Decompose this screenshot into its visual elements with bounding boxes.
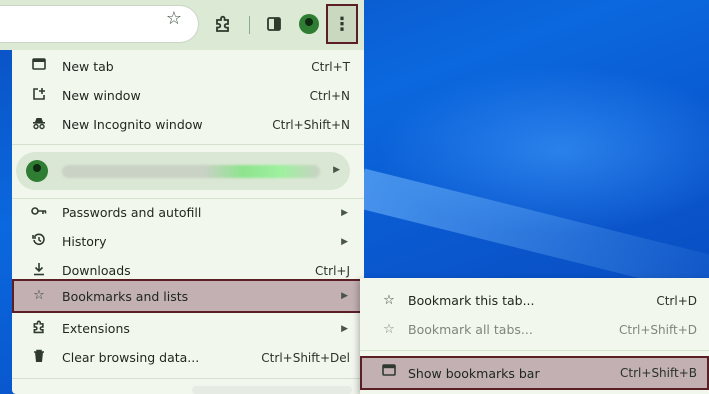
chevron-right-icon: ▶ xyxy=(333,165,340,175)
browser-toolbar: ☆ ⋮ xyxy=(0,0,364,50)
menu-item-new-incognito-window[interactable]: New Incognito window Ctrl+Shift+N xyxy=(12,110,364,139)
submenu-item-label: Show bookmarks bar xyxy=(408,365,540,381)
star-icon: ☆ xyxy=(33,288,45,303)
toolbar-divider xyxy=(249,16,250,34)
bookmarks-bar-icon xyxy=(380,364,398,382)
profile-avatar-icon[interactable] xyxy=(299,14,319,34)
submenu-item-label: Bookmark all tabs... xyxy=(408,322,533,337)
tab-icon xyxy=(30,57,48,76)
menu-item-label: Downloads xyxy=(62,263,131,278)
submenu-separator xyxy=(360,350,709,351)
menu-item-shortcut: Ctrl+Shift+Del xyxy=(261,350,350,365)
menu-item-label: Extensions xyxy=(62,321,130,336)
key-icon xyxy=(30,204,48,222)
submenu-item-label: Bookmark this tab... xyxy=(408,293,535,308)
puzzle-icon xyxy=(30,320,48,338)
menu-item-clear-browsing-data[interactable]: Clear browsing data... Ctrl+Shift+Del xyxy=(12,343,364,372)
profile-row[interactable]: ▶ xyxy=(16,152,350,190)
menu-item-label: Bookmarks and lists xyxy=(62,288,189,304)
trash-icon xyxy=(30,349,48,367)
menu-next-row-partial xyxy=(192,386,352,394)
menu-item-label: New Incognito window xyxy=(62,117,203,132)
menu-item-bookmarks-and-lists[interactable]: ☆ Bookmarks and lists ▶ xyxy=(12,279,364,313)
bookmarks-submenu: ☆ Bookmark this tab... Ctrl+D ☆ Bookmark… xyxy=(360,278,709,394)
menu-item-shortcut: Ctrl+J xyxy=(315,263,350,278)
profile-avatar-icon xyxy=(26,160,48,182)
submenu-item-shortcut: Ctrl+Shift+B xyxy=(620,366,697,380)
menu-item-shortcut: Ctrl+N xyxy=(309,88,350,103)
menu-item-label: New window xyxy=(62,88,141,103)
incognito-icon xyxy=(30,116,48,134)
profile-name-redacted xyxy=(62,165,320,178)
download-icon xyxy=(30,262,48,280)
chevron-right-icon: ▶ xyxy=(341,236,348,247)
star-icon: ☆ xyxy=(383,292,395,308)
chevron-right-icon: ▶ xyxy=(341,207,348,218)
new-window-icon xyxy=(30,87,48,105)
side-panel-icon[interactable] xyxy=(262,12,286,36)
submenu-item-shortcut: Ctrl+Shift+D xyxy=(619,322,697,337)
chevron-right-icon: ▶ xyxy=(341,323,348,334)
menu-separator xyxy=(12,378,364,379)
submenu-item-shortcut: Ctrl+D xyxy=(656,293,697,308)
menu-item-new-window[interactable]: New window Ctrl+N xyxy=(12,81,364,110)
history-icon xyxy=(30,232,48,251)
menu-item-label: New tab xyxy=(62,59,114,74)
menu-item-extensions[interactable]: Extensions ▶ xyxy=(12,314,364,343)
chrome-menu-button[interactable]: ⋮ xyxy=(326,4,358,44)
extensions-puzzle-icon[interactable] xyxy=(211,12,235,36)
submenu-item-bookmark-this-tab[interactable]: ☆ Bookmark this tab... Ctrl+D xyxy=(360,286,709,315)
menu-item-label: Clear browsing data... xyxy=(62,350,200,365)
chrome-main-menu: New tab Ctrl+T New window Ctrl+N New Inc… xyxy=(12,50,364,394)
menu-item-passwords-and-autofill[interactable]: Passwords and autofill ▶ xyxy=(12,198,364,227)
submenu-item-bookmark-all-tabs[interactable]: ☆ Bookmark all tabs... Ctrl+Shift+D xyxy=(360,315,709,344)
chevron-right-icon: ▶ xyxy=(341,291,348,301)
menu-item-label: History xyxy=(62,234,107,249)
menu-item-new-tab[interactable]: New tab Ctrl+T xyxy=(12,52,364,81)
menu-item-label: Passwords and autofill xyxy=(62,205,202,220)
menu-separator xyxy=(12,144,364,145)
bookmark-star-icon[interactable]: ☆ xyxy=(164,9,184,29)
menu-item-shortcut: Ctrl+T xyxy=(311,59,350,74)
star-outline-icon: ☆ xyxy=(383,321,395,337)
menu-item-history[interactable]: History ▶ xyxy=(12,227,364,256)
menu-item-shortcut: Ctrl+Shift+N xyxy=(272,117,350,132)
submenu-item-show-bookmarks-bar[interactable]: Show bookmarks bar Ctrl+Shift+B xyxy=(360,356,709,390)
